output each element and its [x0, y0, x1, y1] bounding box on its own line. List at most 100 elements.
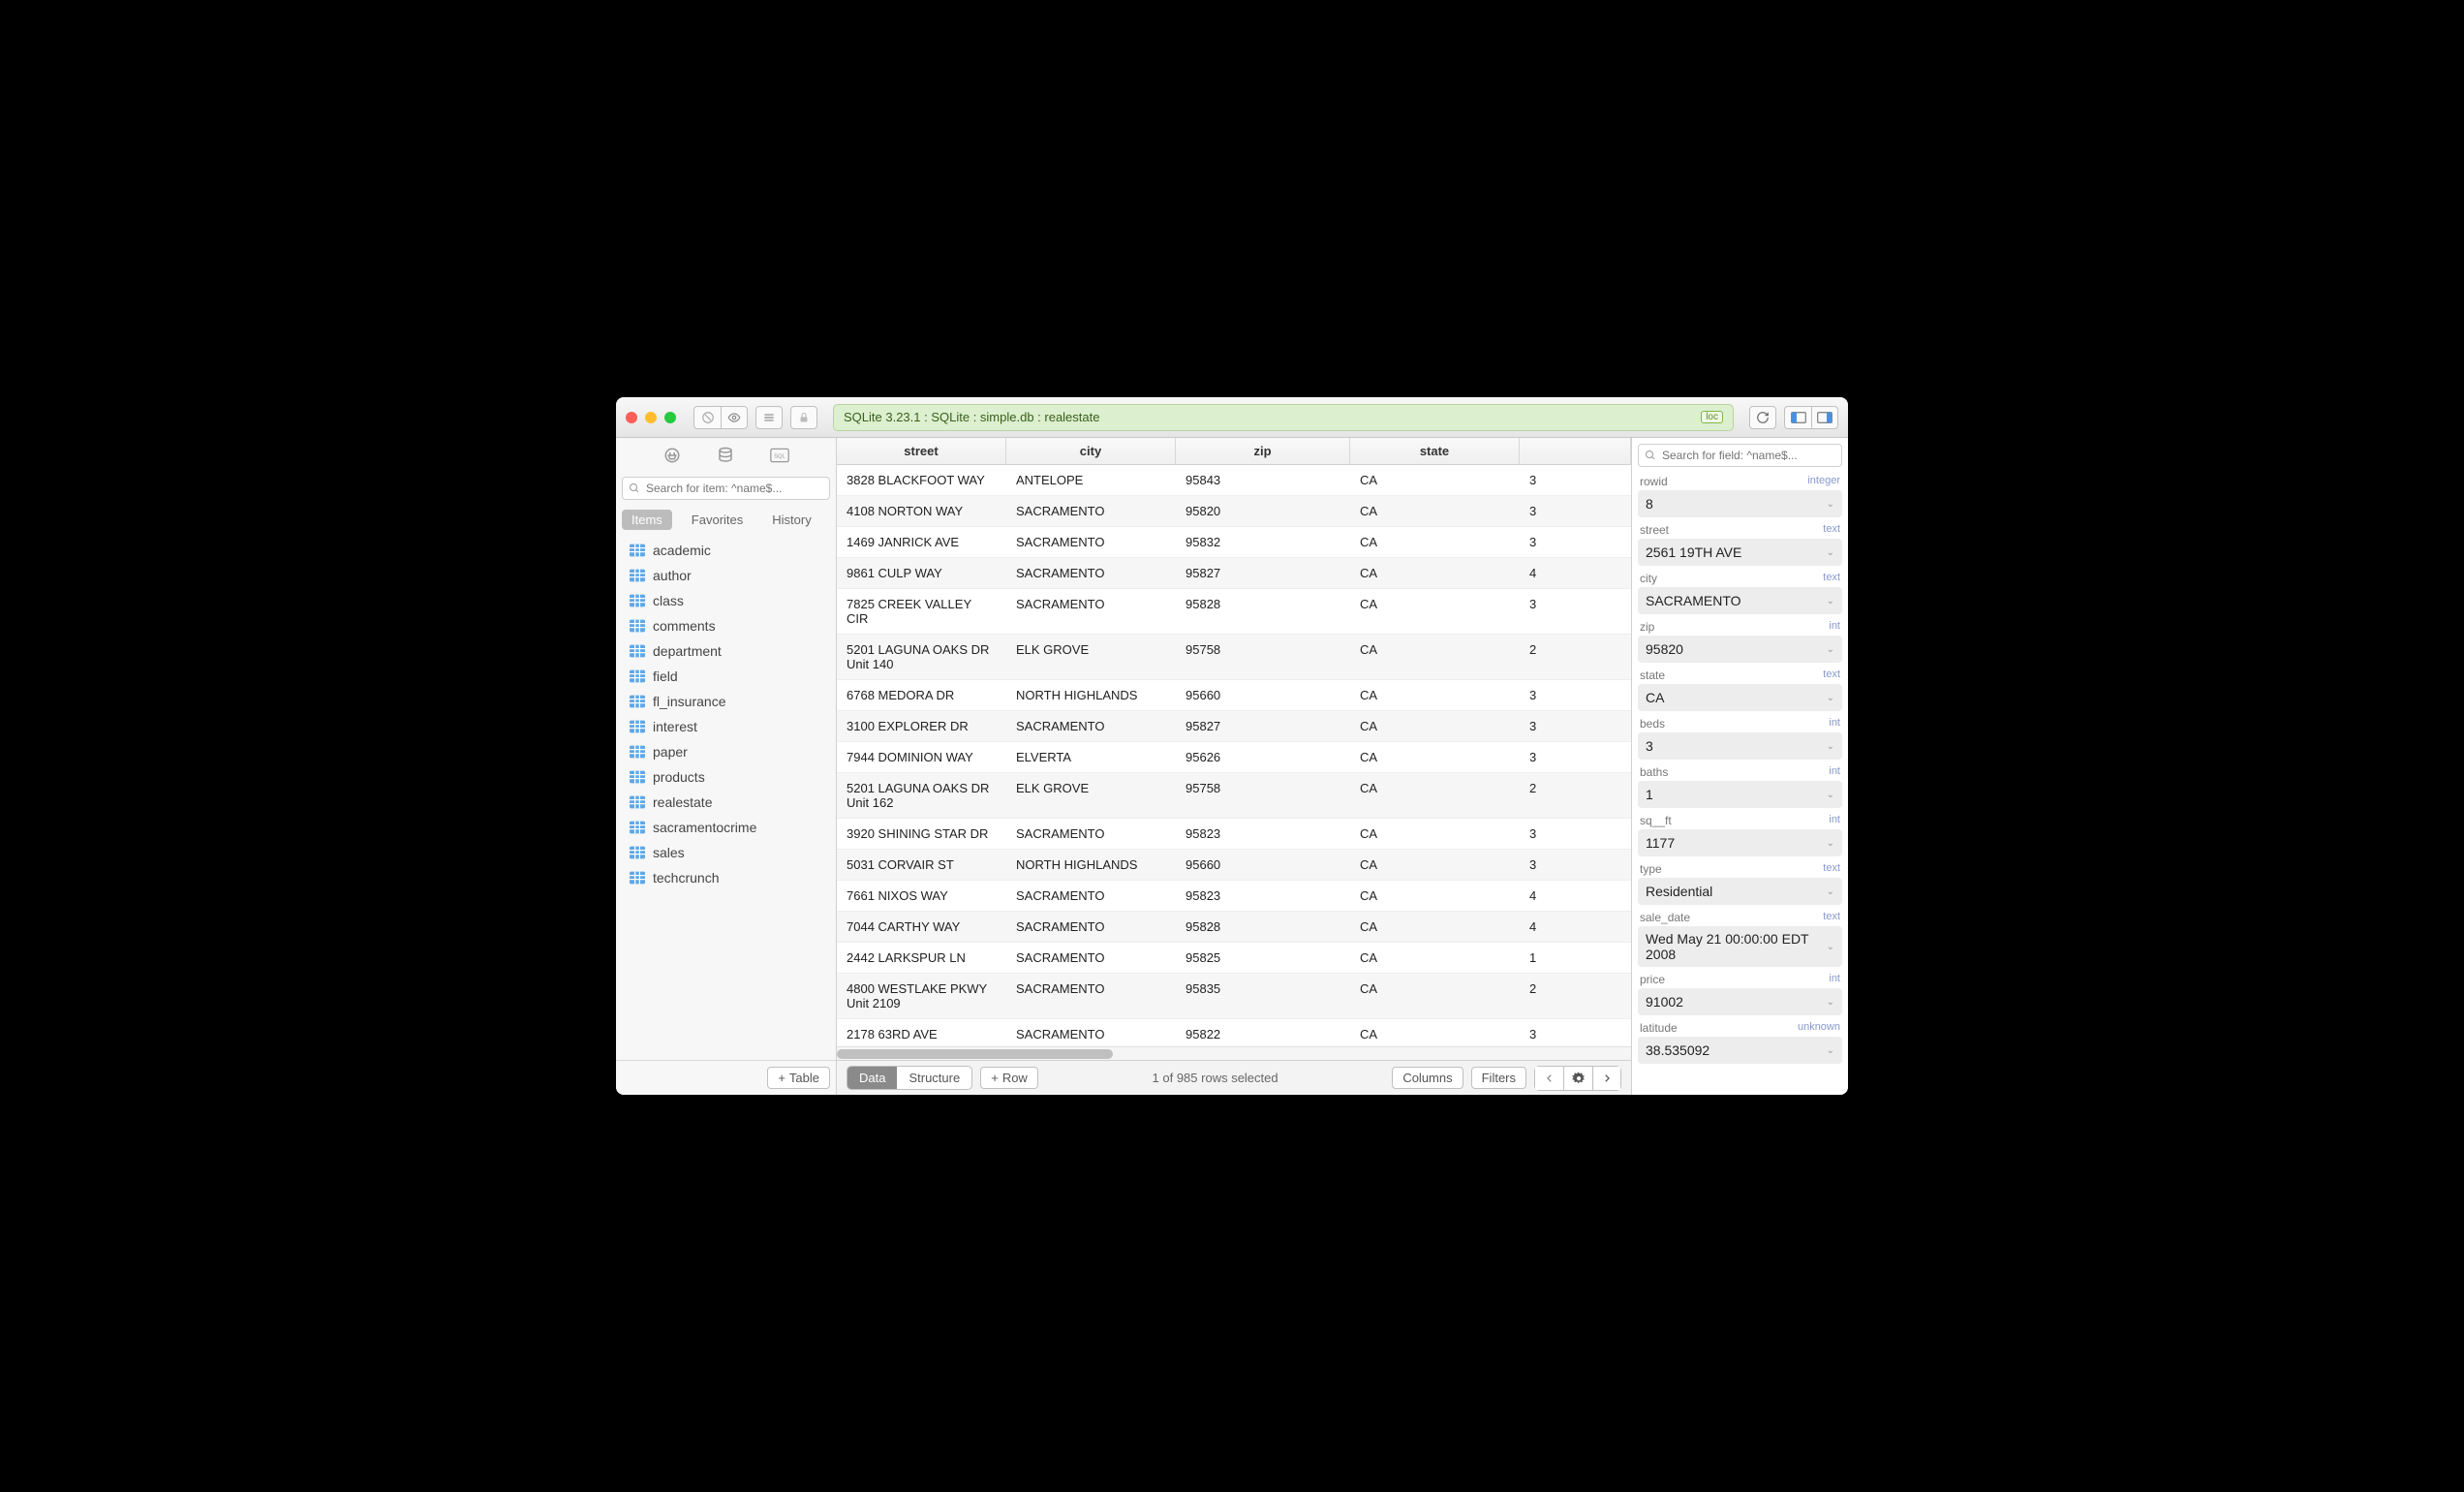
field-value-input[interactable]: 38.535092⌄ — [1638, 1037, 1842, 1064]
field-value-input[interactable]: 1177⌄ — [1638, 829, 1842, 856]
sidebar-item-academic[interactable]: academic — [616, 538, 836, 563]
field-value: 3 — [1646, 738, 1653, 754]
left-panel-toggle[interactable] — [1784, 406, 1811, 429]
right-panel-toggle[interactable] — [1811, 406, 1838, 429]
field-value-input[interactable]: CA⌄ — [1638, 684, 1842, 711]
tab-history[interactable]: History — [762, 510, 820, 530]
field-value-input[interactable]: Residential⌄ — [1638, 878, 1842, 905]
table-row[interactable]: 6768 MEDORA DRNORTH HIGHLANDS95660CA3 — [837, 680, 1631, 711]
data-tab-button[interactable]: Data — [847, 1067, 897, 1089]
table-row[interactable]: 3100 EXPLORER DRSACRAMENTO95827CA3 — [837, 711, 1631, 742]
column-header-state[interactable]: state — [1350, 438, 1520, 464]
cell-city: SACRAMENTO — [1006, 912, 1176, 942]
reload-button[interactable] — [1749, 406, 1776, 429]
svg-text:SQL: SQL — [774, 454, 785, 460]
tab-favorites[interactable]: Favorites — [682, 510, 753, 530]
column-header-city[interactable]: city — [1006, 438, 1176, 464]
table-row[interactable]: 7825 CREEK VALLEY CIRSACRAMENTO95828CA3 — [837, 589, 1631, 635]
sidebar-item-class[interactable]: class — [616, 588, 836, 613]
scrollbar-thumb[interactable] — [837, 1049, 1113, 1059]
columns-button[interactable]: Columns — [1392, 1067, 1463, 1089]
column-header-extra[interactable] — [1520, 438, 1631, 464]
table-row[interactable]: 3920 SHINING STAR DRSACRAMENTO95823CA3 — [837, 819, 1631, 850]
sidebar: SQL Items Favorites History academicauth… — [616, 438, 837, 1095]
inspector-panel: rowidinteger8⌄streettext2561 19TH AVE⌄ci… — [1631, 438, 1848, 1095]
table-row[interactable]: 5201 LAGUNA OAKS DR Unit 140ELK GROVE957… — [837, 635, 1631, 680]
cell-extra: 3 — [1520, 711, 1631, 741]
cell-zip: 95626 — [1176, 742, 1350, 772]
table-row[interactable]: 7944 DOMINION WAYELVERTA95626CA3 — [837, 742, 1631, 773]
sidebar-item-sacramentocrime[interactable]: sacramentocrime — [616, 815, 836, 840]
sidebar-item-techcrunch[interactable]: techcrunch — [616, 865, 836, 890]
horizontal-scrollbar[interactable] — [837, 1046, 1631, 1060]
field-value-input[interactable]: 3⌄ — [1638, 732, 1842, 760]
cell-city: NORTH HIGHLANDS — [1006, 680, 1176, 710]
sidebar-item-products[interactable]: products — [616, 764, 836, 790]
sidebar-item-department[interactable]: department — [616, 638, 836, 664]
table-row[interactable]: 5031 CORVAIR STNORTH HIGHLANDS95660CA3 — [837, 850, 1631, 881]
table-row[interactable]: 7044 CARTHY WAYSACRAMENTO95828CA4 — [837, 912, 1631, 943]
zoom-window-button[interactable] — [664, 412, 676, 423]
next-page-button[interactable] — [1592, 1066, 1621, 1091]
field-value-input[interactable]: Wed May 21 00:00:00 EDT 2008⌄ — [1638, 926, 1842, 967]
field-type: text — [1823, 572, 1840, 585]
field-name: state — [1640, 668, 1665, 682]
sidebar-item-field[interactable]: field — [616, 664, 836, 689]
structure-tab-button[interactable]: Structure — [897, 1067, 971, 1089]
table-row[interactable]: 9861 CULP WAYSACRAMENTO95827CA4 — [837, 558, 1631, 589]
add-row-button[interactable]: +Row — [980, 1067, 1038, 1089]
inspector-search-input[interactable] — [1638, 444, 1842, 467]
lock-button[interactable] — [790, 406, 817, 429]
add-table-button[interactable]: +Table — [767, 1067, 830, 1089]
cell-zip: 95835 — [1176, 974, 1350, 1018]
plug-icon[interactable] — [661, 444, 684, 467]
cell-street: 3100 EXPLORER DR — [837, 711, 1006, 741]
field-value-input[interactable]: 1⌄ — [1638, 781, 1842, 808]
field-value-input[interactable]: 8⌄ — [1638, 490, 1842, 517]
database-icon[interactable] — [714, 444, 737, 467]
settings-button[interactable] — [1563, 1066, 1592, 1091]
table-row[interactable]: 2442 LARKSPUR LNSACRAMENTO95825CA1 — [837, 943, 1631, 974]
field-value-input[interactable]: 95820⌄ — [1638, 636, 1842, 663]
sql-icon[interactable]: SQL — [768, 444, 791, 467]
stop-button[interactable] — [693, 406, 721, 429]
table-row[interactable]: 7661 NIXOS WAYSACRAMENTO95823CA4 — [837, 881, 1631, 912]
sidebar-item-sales[interactable]: sales — [616, 840, 836, 865]
column-header-zip[interactable]: zip — [1176, 438, 1350, 464]
grid-header: street city zip state — [837, 438, 1631, 465]
breadcrumb[interactable]: SQLite 3.23.1 : SQLite : simple.db : rea… — [833, 404, 1734, 431]
sidebar-item-fl_insurance[interactable]: fl_insurance — [616, 689, 836, 714]
selection-status: 1 of 985 rows selected — [1046, 1071, 1384, 1085]
list-toggle-button[interactable] — [755, 406, 783, 429]
inspector-search — [1632, 438, 1848, 473]
cell-city: ANTELOPE — [1006, 465, 1176, 495]
cell-state: CA — [1350, 1019, 1520, 1046]
close-window-button[interactable] — [626, 412, 637, 423]
minimize-window-button[interactable] — [645, 412, 657, 423]
table-row[interactable]: 4800 WESTLAKE PKWY Unit 2109SACRAMENTO95… — [837, 974, 1631, 1019]
table-row[interactable]: 5201 LAGUNA OAKS DR Unit 162ELK GROVE957… — [837, 773, 1631, 819]
sidebar-item-comments[interactable]: comments — [616, 613, 836, 638]
table-row[interactable]: 2178 63RD AVESACRAMENTO95822CA3 — [837, 1019, 1631, 1046]
chevron-down-icon: ⌄ — [1827, 997, 1834, 1008]
cell-zip: 95758 — [1176, 773, 1350, 818]
plus-icon: + — [991, 1071, 999, 1085]
filters-button[interactable]: Filters — [1471, 1067, 1526, 1089]
table-row[interactable]: 4108 NORTON WAYSACRAMENTO95820CA3 — [837, 496, 1631, 527]
table-row[interactable]: 3828 BLACKFOOT WAYANTELOPE95843CA3 — [837, 465, 1631, 496]
preview-toggle-button[interactable] — [721, 406, 748, 429]
column-header-street[interactable]: street — [837, 438, 1006, 464]
grid-body[interactable]: 3828 BLACKFOOT WAYANTELOPE95843CA34108 N… — [837, 465, 1631, 1046]
sidebar-item-interest[interactable]: interest — [616, 714, 836, 739]
sidebar-item-paper[interactable]: paper — [616, 739, 836, 764]
field-value-input[interactable]: 2561 19TH AVE⌄ — [1638, 539, 1842, 566]
tab-items[interactable]: Items — [622, 510, 672, 530]
field-value: 1177 — [1646, 835, 1675, 851]
prev-page-button[interactable] — [1534, 1066, 1563, 1091]
field-value-input[interactable]: 91002⌄ — [1638, 988, 1842, 1015]
sidebar-search-input[interactable] — [622, 477, 830, 500]
table-row[interactable]: 1469 JANRICK AVESACRAMENTO95832CA3 — [837, 527, 1631, 558]
sidebar-item-realestate[interactable]: realestate — [616, 790, 836, 815]
sidebar-item-author[interactable]: author — [616, 563, 836, 588]
field-value-input[interactable]: SACRAMENTO⌄ — [1638, 587, 1842, 614]
